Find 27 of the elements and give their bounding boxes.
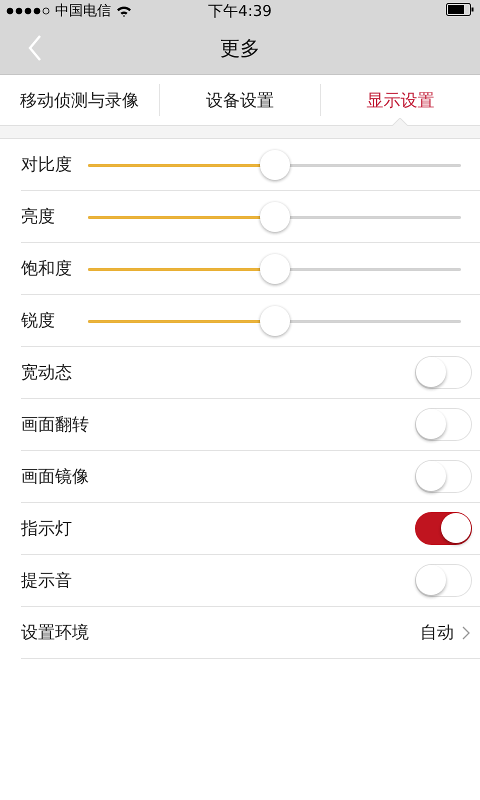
status-time: 下午4:39 bbox=[208, 2, 272, 20]
setting-label: 设置环境 bbox=[21, 622, 89, 644]
setting-label: 宽动态 bbox=[21, 362, 73, 384]
tab[interactable]: 移动侦测与录像 bbox=[16, 80, 144, 120]
setting-label: 画面翻转 bbox=[21, 414, 89, 436]
chevron-right-icon[interactable] bbox=[462, 626, 470, 640]
battery-icon bbox=[446, 2, 474, 16]
wifi-icon bbox=[116, 5, 132, 17]
slider[interactable] bbox=[88, 148, 461, 180]
back-icon[interactable] bbox=[28, 35, 42, 61]
slider[interactable] bbox=[88, 200, 461, 232]
slider[interactable] bbox=[88, 304, 461, 336]
setting-label: 锐度 bbox=[21, 310, 56, 332]
setting-label: 指示灯 bbox=[21, 518, 73, 540]
setting-label: 饱和度 bbox=[21, 258, 73, 280]
slider[interactable] bbox=[88, 252, 461, 284]
tab[interactable]: 显示设置 bbox=[362, 80, 438, 120]
page-title: 更多 bbox=[220, 34, 260, 62]
carrier-name: 中国电信 bbox=[55, 2, 111, 20]
tab[interactable]: 设备设置 bbox=[202, 80, 278, 120]
setting-value: 自动 bbox=[420, 622, 454, 644]
setting-label: 提示音 bbox=[21, 570, 73, 592]
setting-label: 画面镜像 bbox=[21, 466, 89, 488]
setting-label: 对比度 bbox=[21, 154, 73, 176]
setting-label: 亮度 bbox=[21, 206, 56, 228]
signal-icon bbox=[6, 7, 50, 15]
toggle-switch[interactable] bbox=[415, 512, 472, 545]
